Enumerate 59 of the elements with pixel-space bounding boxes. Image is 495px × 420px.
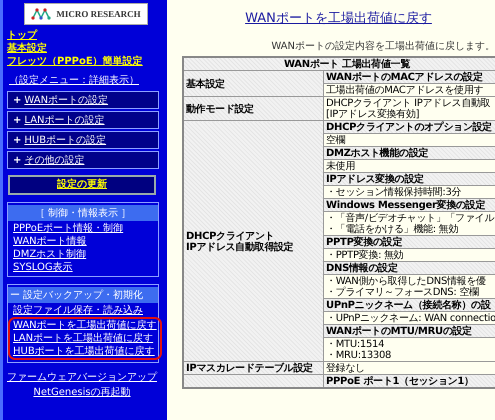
logo-icon bbox=[31, 8, 54, 20]
table-cell: 未使用 bbox=[324, 160, 495, 172]
plus-icon: + bbox=[13, 114, 22, 126]
table-cell: ・「音声/ビデオチャット」「ファイル ・「電話をかける」機能: 無効 bbox=[324, 212, 495, 236]
nav-link[interactable]: 基本設定 bbox=[7, 42, 47, 55]
table-cell: ・WAN側から取得したDNS情報を優 ・プライマリ～フォースDNS: 空欄 bbox=[324, 274, 495, 298]
nav-link[interactable]: フレッツ（PPPoE）簡単設定 bbox=[7, 55, 143, 68]
section-heading-cell: UPnPニックネーム（接続名称）の設 bbox=[324, 298, 495, 312]
sidebar-link[interactable]: SYSLOG表示 bbox=[13, 261, 73, 274]
menu-group-label[interactable]: HUBポートの設定 bbox=[24, 133, 106, 147]
plus-icon: + bbox=[13, 94, 22, 106]
menu-group-label[interactable]: WANポートの設定 bbox=[24, 93, 108, 107]
page-title-link[interactable]: WANポートを工場出荷値に戻す bbox=[245, 9, 432, 27]
table-cell: 登録なし bbox=[324, 362, 495, 374]
sidebar-link[interactable]: ファームウェアバージョンアップ bbox=[7, 370, 157, 384]
table-cell: ・UPnPニックネーム: WAN connectio bbox=[324, 312, 495, 324]
sidebar-link[interactable]: HUBポートを工場出荷値に戻す bbox=[13, 345, 155, 358]
sidebar-link[interactable]: DMZホスト制御 bbox=[13, 248, 86, 261]
menu-group-button[interactable]: + LANポートの設定 bbox=[7, 111, 159, 129]
section-heading-cell: DMZホスト機能の設定 bbox=[324, 146, 495, 160]
section-heading-cell: DHCPクライアントのオプション設定 bbox=[324, 120, 495, 134]
section-heading-cell: PPTP変換の設定 bbox=[324, 236, 495, 248]
table-cell: DHCPクライアント IPアドレス自動取 [IPアドレス変換有効] bbox=[324, 96, 495, 120]
table-cell: 空欄 bbox=[324, 134, 495, 146]
menu-group-label[interactable]: その他の設定 bbox=[24, 153, 84, 167]
section-heading-cell: Windows Messenger変換の設定 bbox=[324, 198, 495, 212]
sidebar-link[interactable]: WANポートを工場出荷値に戻す bbox=[13, 319, 157, 332]
sidebar-link[interactable]: PPPoEポート情報・制御 bbox=[13, 222, 124, 235]
menu-group-button[interactable]: + HUBポートの設定 bbox=[7, 131, 159, 149]
section-heading-cell: WANポートのMTU/MRUの設定 bbox=[324, 324, 495, 338]
table-cell: ・MTU:1514 ・MRU:13308 bbox=[324, 338, 495, 362]
table-title: WANポート 工場出荷値一覧 bbox=[183, 57, 495, 70]
plus-icon: + bbox=[13, 134, 22, 146]
section-header[interactable]: ー 設定バックアップ・初期化 bbox=[8, 287, 158, 303]
table-cell: 工場出荷値のMACアドレスを使用す bbox=[324, 84, 495, 96]
menu-group-label[interactable]: LANポートの設定 bbox=[24, 113, 105, 127]
section-heading-cell: WANポートのMACアドレスの設定 bbox=[324, 70, 495, 84]
sidebar-link[interactable]: 設定ファイル保存・読み込み bbox=[13, 304, 143, 317]
plus-icon: + bbox=[13, 154, 22, 166]
row-label: IPマスカレードテーブル設定 bbox=[183, 362, 324, 374]
nav-link[interactable]: トップ bbox=[7, 29, 37, 42]
menu-mode-link[interactable]: （設定メニュー：詳細表示） bbox=[9, 73, 139, 87]
update-button[interactable]: 設定の更新 bbox=[8, 175, 156, 195]
section-heading-cell: IPアドレス変換の設定 bbox=[324, 172, 495, 186]
menu-group-button[interactable]: + WANポートの設定 bbox=[7, 91, 159, 109]
sidebar-link[interactable]: WANポート情報 bbox=[13, 235, 87, 248]
sidebar-link[interactable]: NetGenesisの再起動 bbox=[33, 385, 131, 399]
section-heading-cell: PPPoE ポート1（セッション1） bbox=[324, 374, 495, 388]
menu-group-button[interactable]: + その他の設定 bbox=[7, 151, 159, 169]
row-label: DHCPクライアント IPアドレス自動取得設定 bbox=[183, 120, 324, 362]
logo-text: MICRO RESEARCH bbox=[56, 9, 141, 19]
row-label: 動作モード設定 bbox=[183, 96, 324, 120]
table-cell: ・PPTP変換: 無効 bbox=[324, 248, 495, 262]
section-header: ［ 制御・情報表示 ］ bbox=[8, 205, 158, 221]
description-text: WANポートの設定内容を工場出荷値に戻します。 bbox=[271, 40, 495, 53]
sidebar-link[interactable]: LANポートを工場出荷値に戻す bbox=[13, 332, 154, 345]
row-label: 基本設定 bbox=[183, 70, 324, 96]
section-heading-cell: DNS情報の設定 bbox=[324, 262, 495, 274]
table-cell: ・セッション情報保持時間:3分 bbox=[324, 186, 495, 198]
